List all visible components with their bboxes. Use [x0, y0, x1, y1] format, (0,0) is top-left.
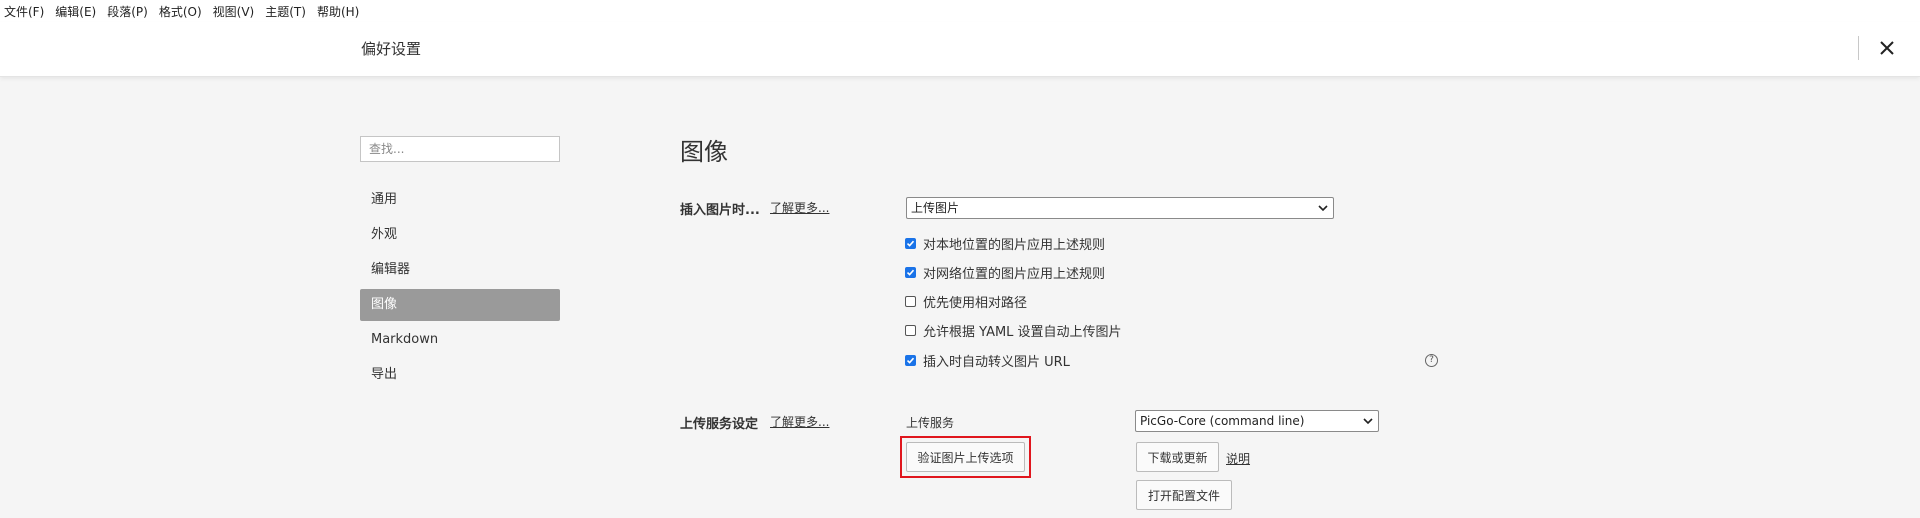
checkmark-icon: [906, 357, 915, 364]
insert-image-label: 插入图片时...: [680, 203, 760, 218]
header-divider: [1858, 36, 1859, 60]
checkbox-local-images[interactable]: 对本地位置的图片应用上述规则: [905, 234, 1106, 253]
insert-action-select[interactable]: 上传图片: [906, 197, 1334, 219]
checkbox-escape-url[interactable]: 插入时自动转义图片 URL: [905, 351, 1070, 370]
menu-edit[interactable]: 编辑(E): [55, 3, 96, 20]
menu-bar: 文件(F) 编辑(E) 段落(P) 格式(O) 视图(V) 主题(T) 帮助(H…: [0, 0, 1920, 22]
sidebar-item-export[interactable]: 导出: [360, 359, 560, 391]
menu-theme[interactable]: 主题(T): [265, 3, 306, 20]
open-config-button[interactable]: 打开配置文件: [1136, 480, 1232, 510]
settings-panel: 图像 插入图片时... 了解更多... 上传图片 对本地位置的图片应用上述规则 …: [680, 76, 1780, 518]
checkmark-icon: [906, 269, 915, 276]
checkbox-label: 允许根据 YAML 设置自动上传图片: [923, 324, 1122, 340]
menu-view[interactable]: 视图(V): [213, 3, 255, 20]
sidebar-item-general[interactable]: 通用: [360, 184, 560, 216]
preferences-header: 偏好设置: [0, 22, 1920, 77]
search-input[interactable]: [360, 136, 560, 162]
chevron-down-icon: [1318, 205, 1328, 212]
checkbox-label: 插入时自动转义图片 URL: [923, 354, 1070, 370]
menu-help[interactable]: 帮助(H): [317, 3, 359, 20]
sidebar-item-markdown[interactable]: Markdown: [360, 324, 560, 356]
page-title: 偏好设置: [361, 40, 422, 58]
upload-service-field-label: 上传服务: [906, 416, 955, 430]
upload-service-label: 上传服务设定: [680, 417, 759, 432]
checkbox-label: 对本地位置的图片应用上述规则: [923, 237, 1106, 253]
explain-link[interactable]: 说明: [1226, 450, 1250, 467]
checkbox-box: [905, 295, 916, 307]
chevron-down-icon: [1363, 418, 1373, 425]
checkbox-label: 对网络位置的图片应用上述规则: [923, 266, 1106, 282]
help-icon[interactable]: ?: [1425, 354, 1438, 367]
checkbox-box: [905, 237, 916, 249]
checkbox-box: [905, 324, 916, 336]
download-update-button[interactable]: 下载或更新: [1136, 442, 1219, 472]
upload-service-select[interactable]: PicGo-Core (command line): [1135, 410, 1379, 432]
insert-learn-more-link[interactable]: 了解更多...: [770, 199, 829, 216]
checkbox-yaml-auto-upload[interactable]: 允许根据 YAML 设置自动上传图片: [905, 321, 1122, 340]
sidebar-nav: 通用 外观 编辑器 图像 Markdown 导出: [360, 184, 560, 391]
checkbox-network-images[interactable]: 对网络位置的图片应用上述规则: [905, 263, 1106, 282]
checkbox-box: [905, 354, 916, 366]
checkbox-box: [905, 266, 916, 278]
checkbox-relative-path[interactable]: 优先使用相对路径: [905, 292, 1028, 311]
insert-action-value: 上传图片: [911, 201, 960, 215]
sidebar-item-appearance[interactable]: 外观: [360, 219, 560, 251]
sidebar-item-image[interactable]: 图像: [360, 289, 560, 321]
section-heading: 图像: [680, 138, 728, 166]
sidebar-item-editor[interactable]: 编辑器: [360, 254, 560, 286]
menu-format[interactable]: 格式(O): [159, 3, 202, 20]
upload-service-value: PicGo-Core (command line): [1140, 414, 1305, 428]
upload-learn-more-link[interactable]: 了解更多...: [770, 413, 829, 430]
checkbox-label: 优先使用相对路径: [923, 295, 1028, 311]
close-icon: [1880, 41, 1894, 55]
close-button[interactable]: [1873, 34, 1901, 62]
verify-upload-button[interactable]: 验证图片上传选项: [906, 442, 1025, 472]
checkmark-icon: [906, 240, 915, 247]
menu-file[interactable]: 文件(F): [4, 3, 44, 20]
sidebar: 通用 外观 编辑器 图像 Markdown 导出: [360, 136, 560, 394]
menu-paragraph[interactable]: 段落(P): [107, 3, 148, 20]
